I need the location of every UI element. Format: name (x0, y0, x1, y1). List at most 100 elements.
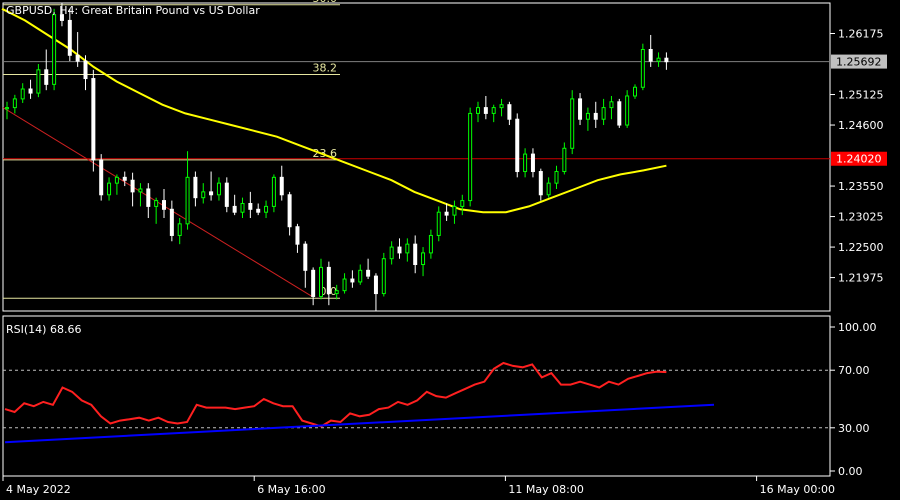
candle (617, 98, 622, 128)
candle-body (570, 98, 575, 149)
candle-body (311, 269, 316, 297)
candle-body (99, 159, 104, 196)
candle-body (381, 258, 386, 295)
candle-body (224, 182, 229, 207)
candle (240, 197, 245, 219)
candle-body (185, 176, 190, 225)
candle (319, 258, 323, 300)
candle-body (656, 57, 661, 62)
rsi-axis[interactable]: 100.00 70.00 30.00 0.00 (830, 321, 877, 478)
candle-body (162, 200, 166, 210)
candle (413, 235, 418, 274)
candle (114, 174, 119, 195)
candle (350, 270, 355, 288)
candle-body (216, 182, 221, 196)
candle (664, 52, 669, 70)
candle (130, 172, 135, 207)
candle (366, 258, 371, 280)
candle (381, 252, 386, 297)
candle (201, 183, 206, 204)
fib-level-label: 50.0 (313, 0, 338, 5)
candle-body (138, 188, 143, 193)
level-price-value: 1.24020 (836, 153, 882, 166)
candle-body (303, 243, 308, 271)
candle-body (515, 118, 520, 173)
candle-body (640, 48, 645, 88)
rsi-title: RSI(14) 68.66 (6, 323, 82, 336)
time-tick-label: 6 May 16:00 (257, 483, 325, 496)
rsi-pane-border (2, 315, 831, 477)
candle (499, 98, 504, 117)
candle-body (334, 290, 339, 295)
candle-body (91, 78, 96, 161)
candle-body (593, 112, 598, 120)
candle-body (5, 107, 9, 110)
price-tick-label: 1.26175 (838, 28, 884, 41)
candle (601, 98, 606, 126)
chart-canvas[interactable]: 50.038.223.60.0 1.261751.251251.246001.2… (0, 0, 900, 500)
candle (185, 151, 190, 230)
candle (633, 84, 637, 99)
candle (358, 264, 363, 285)
candle (12, 94, 17, 114)
candle-body (326, 266, 331, 295)
candle-body (523, 153, 528, 173)
horizontal-level[interactable] (3, 61, 830, 160)
candle (397, 238, 402, 259)
candle (177, 218, 182, 245)
candle (373, 273, 378, 311)
candle-body (578, 98, 583, 120)
candle (342, 273, 347, 294)
candle (444, 203, 449, 221)
candle (468, 107, 473, 207)
candle-body (295, 226, 300, 245)
candle (546, 177, 551, 198)
rsi-pane[interactable] (2, 315, 831, 477)
candle-body (279, 176, 284, 196)
rsi-tick-label: 70.00 (838, 364, 870, 377)
candle-body (177, 223, 182, 236)
candle-body (389, 246, 394, 260)
candle (52, 8, 57, 91)
candle (436, 206, 441, 242)
candle (169, 200, 174, 242)
time-tick-label: 4 May 2022 (6, 483, 71, 496)
candle (428, 229, 433, 259)
candle (311, 267, 316, 306)
candle (554, 165, 559, 189)
price-tick-label: 1.25125 (838, 89, 884, 102)
chart-symbol-title: GBPUSD, H4: Great Britain Pound vs US Do… (6, 4, 260, 17)
candle (107, 177, 112, 201)
candle (209, 171, 214, 201)
candle (162, 188, 166, 219)
candle-body (460, 200, 465, 207)
candle-body (625, 95, 630, 126)
candle-body (554, 171, 559, 184)
time-axis[interactable]: 4 May 2022 6 May 16:00 11 May 08:00 16 May … (2, 476, 900, 496)
candle-body (12, 98, 17, 109)
candle-body (107, 182, 112, 196)
candle-body (201, 191, 206, 199)
candle-body (468, 112, 473, 202)
candle (476, 101, 480, 123)
candle (593, 101, 598, 128)
candle-body (538, 171, 543, 196)
candle (570, 90, 575, 155)
candle-body (633, 86, 637, 97)
price-tick-label: 1.23025 (838, 211, 884, 224)
candle (585, 107, 590, 131)
candle (248, 191, 253, 219)
rsi-line (4, 361, 667, 428)
candle (271, 174, 276, 213)
candle (20, 83, 25, 103)
candle-body (507, 104, 512, 120)
rsi-tick-label: 30.00 (838, 422, 870, 435)
candle-body (413, 243, 418, 266)
candle-body (114, 176, 119, 184)
candle-body (154, 200, 159, 207)
candle-body (52, 14, 57, 85)
price-axis[interactable]: 1.26175 1.25125 1.24600 1.23550 1.23025 1.225… (830, 28, 887, 285)
level-price-badge: 1.24020 (831, 151, 887, 166)
time-tick-label: 16 May 00:00 (760, 483, 835, 496)
candle-body (240, 202, 245, 213)
